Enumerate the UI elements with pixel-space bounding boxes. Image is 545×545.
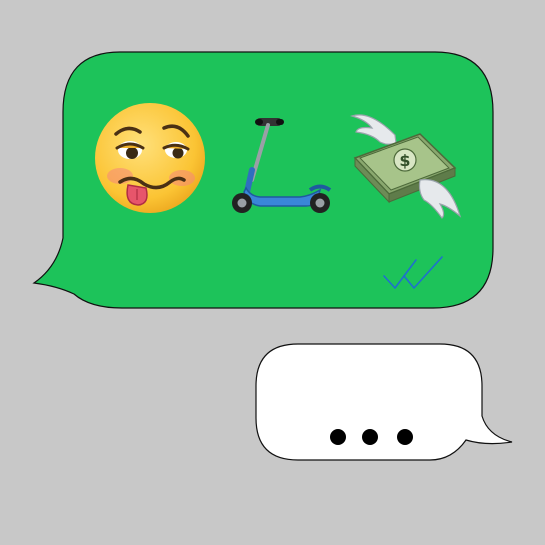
chat-thread: $ [32,51,513,461]
typing-bubble-shape [255,343,513,461]
svg-text:$: $ [399,151,410,170]
typing-dot-3 [397,429,413,445]
typing-dot-2 [362,429,378,445]
message-bubble-green[interactable]: $ [32,51,494,309]
typing-indicator-bubble [255,343,513,461]
typing-dot-1 [330,429,346,445]
woozy-face-icon [95,103,205,213]
